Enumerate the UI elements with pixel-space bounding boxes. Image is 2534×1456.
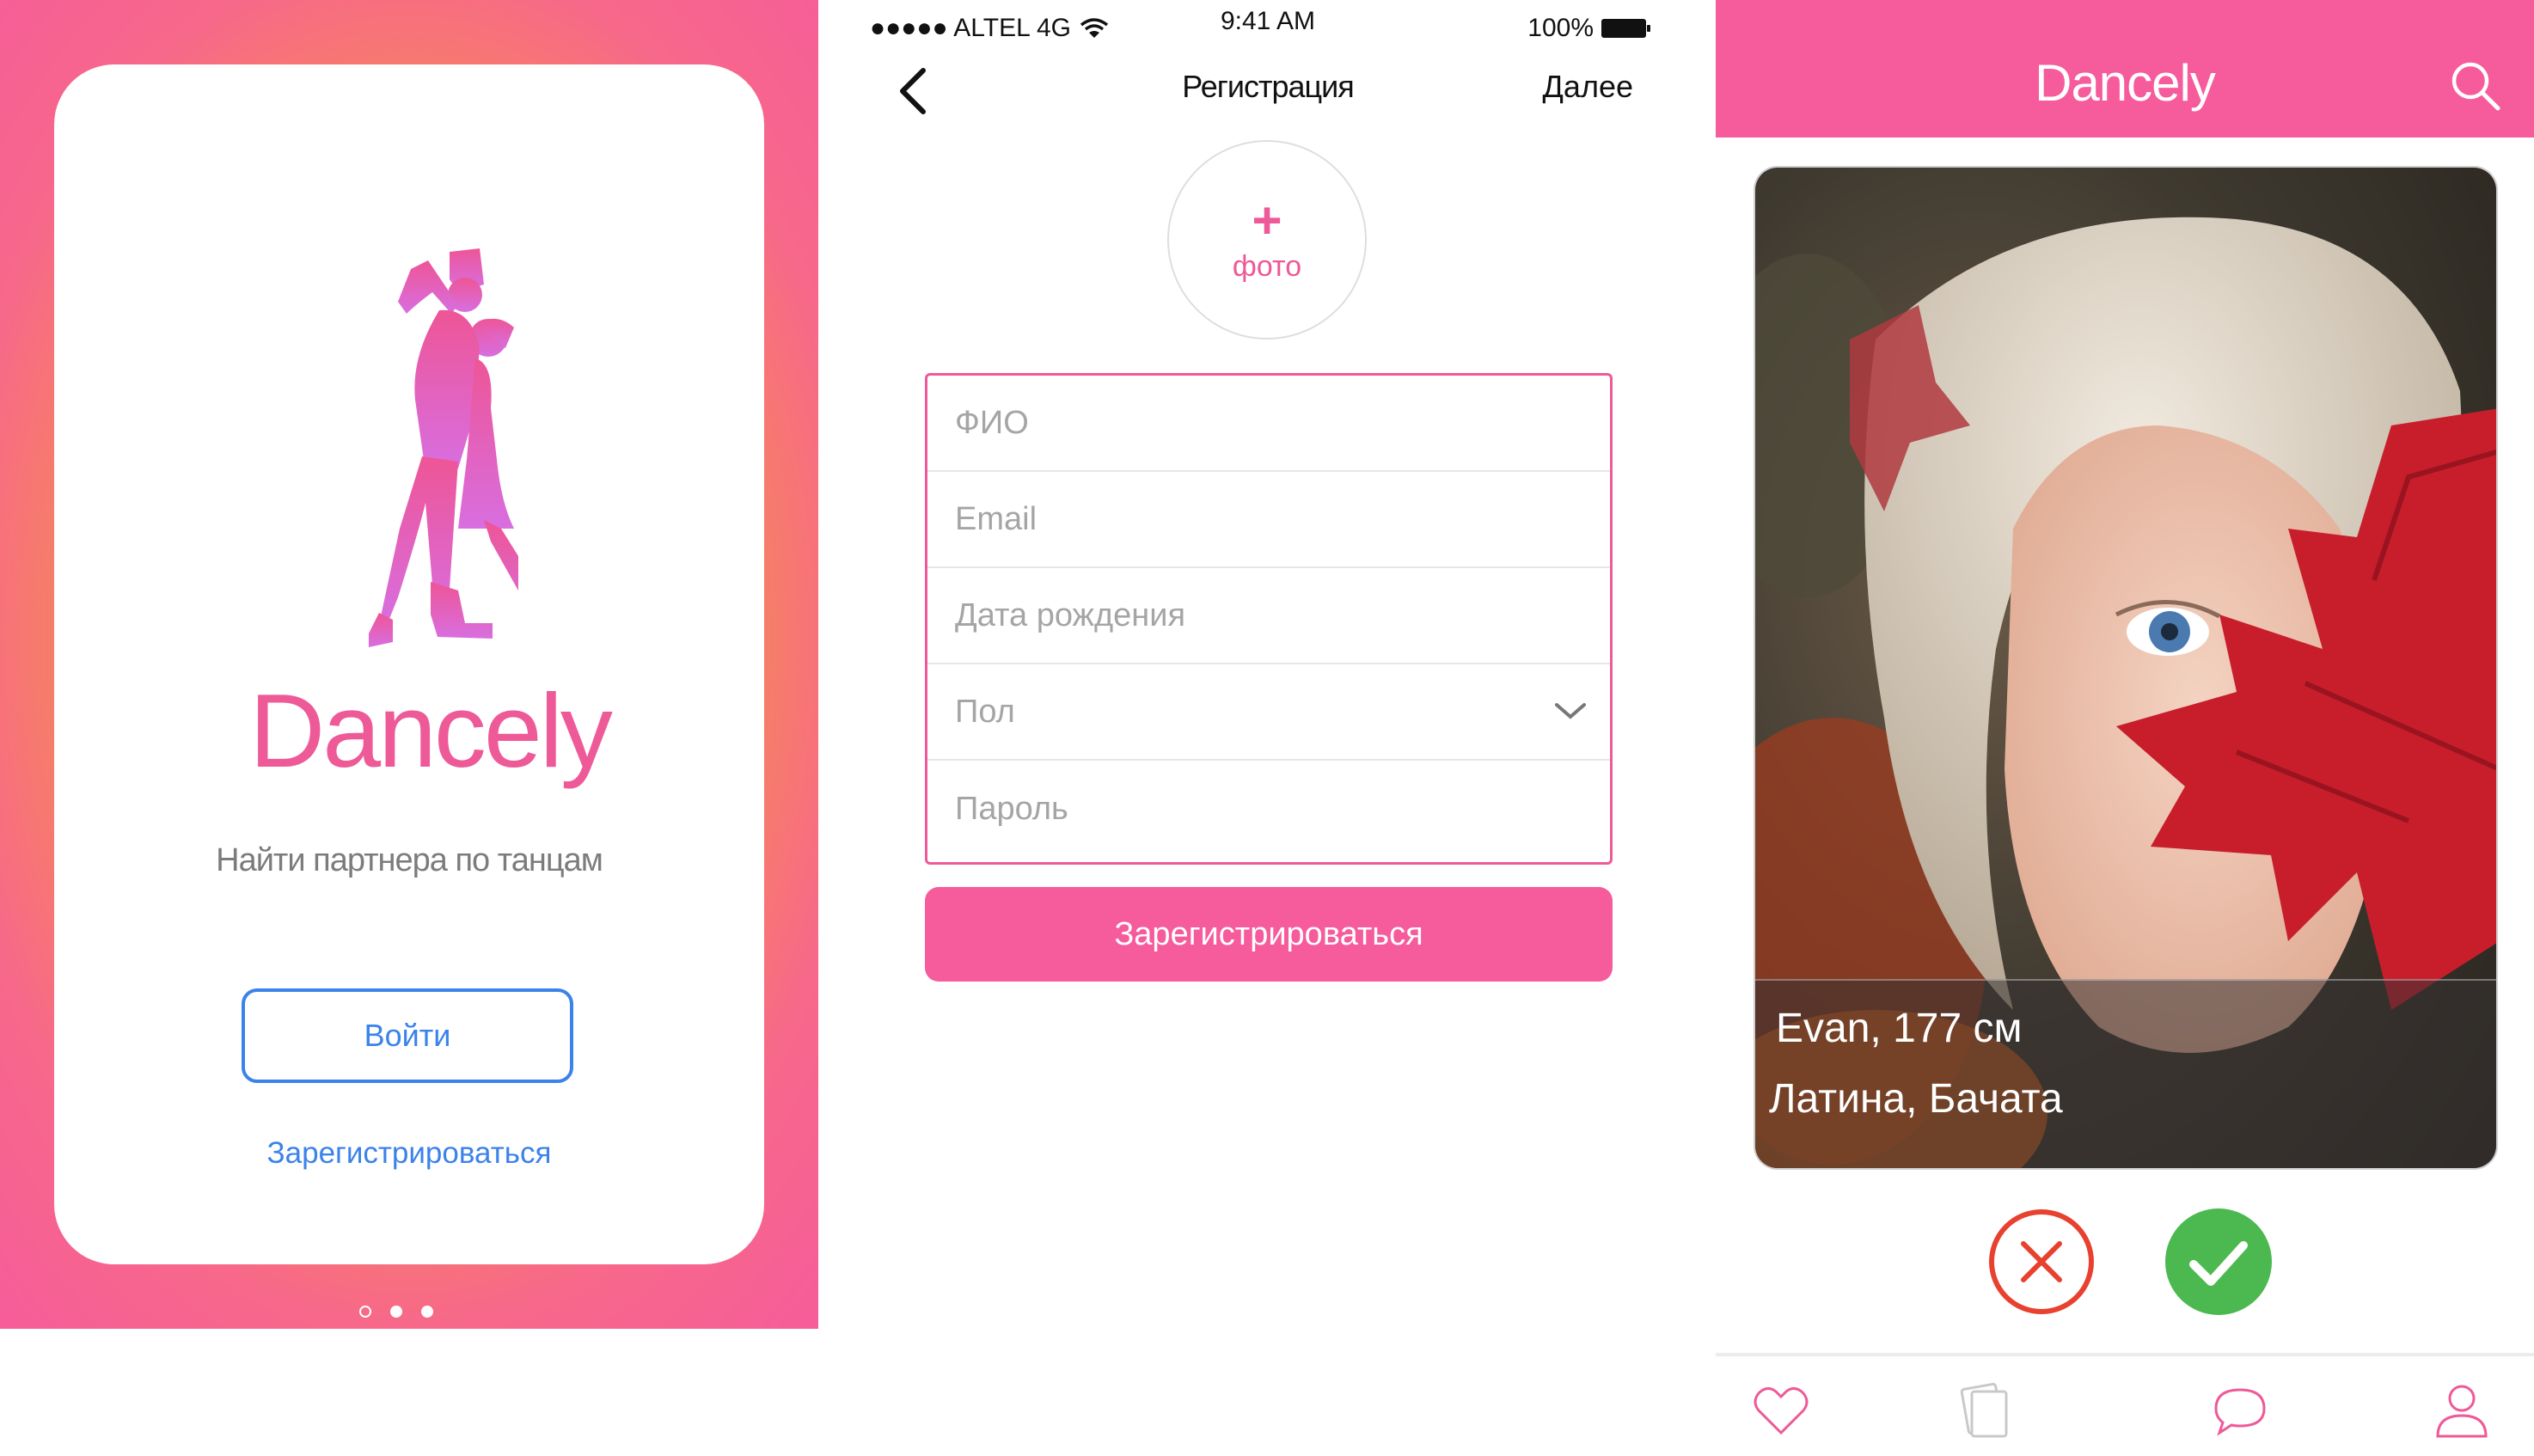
profile-card[interactable]: Evan, 177 см Латина, Бачата: [1754, 166, 2498, 1170]
photo-label: фото: [1232, 250, 1302, 283]
page-indicator[interactable]: [359, 1306, 433, 1318]
plus-icon: +: [1252, 192, 1282, 249]
birthdate-field[interactable]: Дата рождения: [927, 568, 1610, 664]
add-photo-button[interactable]: + фото: [1167, 140, 1367, 340]
status-bar-right: 100%: [1527, 7, 1652, 50]
email-field[interactable]: Email: [927, 472, 1610, 568]
next-button[interactable]: Далее: [1543, 69, 1633, 105]
tagline: Найти партнера по танцам: [216, 842, 603, 878]
register-button[interactable]: Зарегистрироваться: [925, 887, 1613, 982]
fio-field[interactable]: ФИО: [927, 376, 1610, 472]
profile-caption: Evan, 177 см Латина, Бачата: [1755, 979, 2496, 1168]
battery-text: 100%: [1527, 14, 1594, 42]
welcome-card: [54, 64, 764, 1264]
welcome-screen: Dancely Найти партнера по танцам Войти З…: [0, 0, 818, 1329]
register-link[interactable]: Зарегистрироваться: [0, 1136, 818, 1171]
heart-icon[interactable]: [1750, 1380, 1812, 1441]
check-icon[interactable]: [2164, 1208, 2273, 1316]
login-button[interactable]: Войти: [242, 988, 573, 1083]
password-field[interactable]: Пароль: [927, 761, 1610, 857]
cards-icon[interactable]: [1955, 1380, 2017, 1441]
chat-bubble-icon[interactable]: [2209, 1380, 2271, 1441]
app-header: Dancely: [1716, 0, 2534, 138]
search-icon[interactable]: [2448, 58, 2503, 113]
app-logo-text: Dancely: [249, 672, 613, 789]
gender-select[interactable]: Пол: [927, 664, 1610, 761]
welcome-bottom-area: [0, 1329, 818, 1456]
gender-select-label: Пол: [955, 693, 1015, 730]
page-dot[interactable]: [421, 1306, 433, 1318]
chevron-down-icon: [1555, 703, 1586, 719]
profile-icon[interactable]: [2431, 1380, 2493, 1441]
feed-screen: Dancely Evan, 177 см Латина, Бачата: [1716, 0, 2534, 1456]
page-dot[interactable]: [359, 1306, 371, 1318]
registration-screen: ●●●●● ALTEL 4G 9:41 AM 100% Регистрация …: [858, 0, 1678, 1456]
registration-form: ФИО Email Дата рождения Пол Пароль: [925, 373, 1613, 865]
close-icon[interactable]: [1987, 1208, 2096, 1316]
profile-dances: Латина, Бачата: [1769, 1076, 2063, 1122]
tabbar-divider: [1716, 1353, 2534, 1356]
page-dot[interactable]: [390, 1306, 402, 1318]
app-title: Dancely: [2035, 54, 2216, 112]
profile-name-height: Evan, 177 см: [1776, 1006, 2023, 1051]
battery-icon: [1601, 19, 1650, 38]
dancers-logo-icon: [369, 248, 518, 647]
